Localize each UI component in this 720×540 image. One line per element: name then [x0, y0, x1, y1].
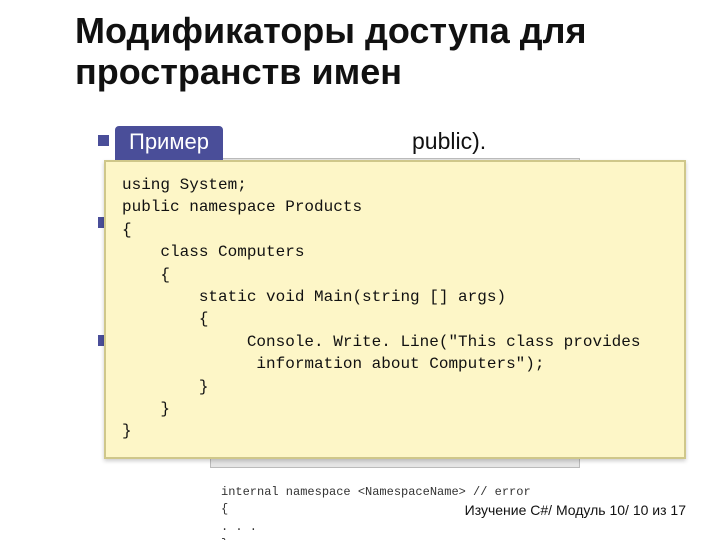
background-text-fragment: public).: [412, 128, 486, 155]
example-code: using System; public namespace Products …: [122, 176, 640, 440]
slide-footer: Изучение C#/ Модуль 10/ 10 из 17: [465, 502, 686, 518]
example-code-box: using System; public namespace Products …: [104, 160, 686, 459]
bullet-square-icon: [98, 135, 109, 146]
slide-title: Модификаторы доступа для пространств име…: [75, 10, 695, 93]
example-tab: Пример: [115, 126, 223, 160]
